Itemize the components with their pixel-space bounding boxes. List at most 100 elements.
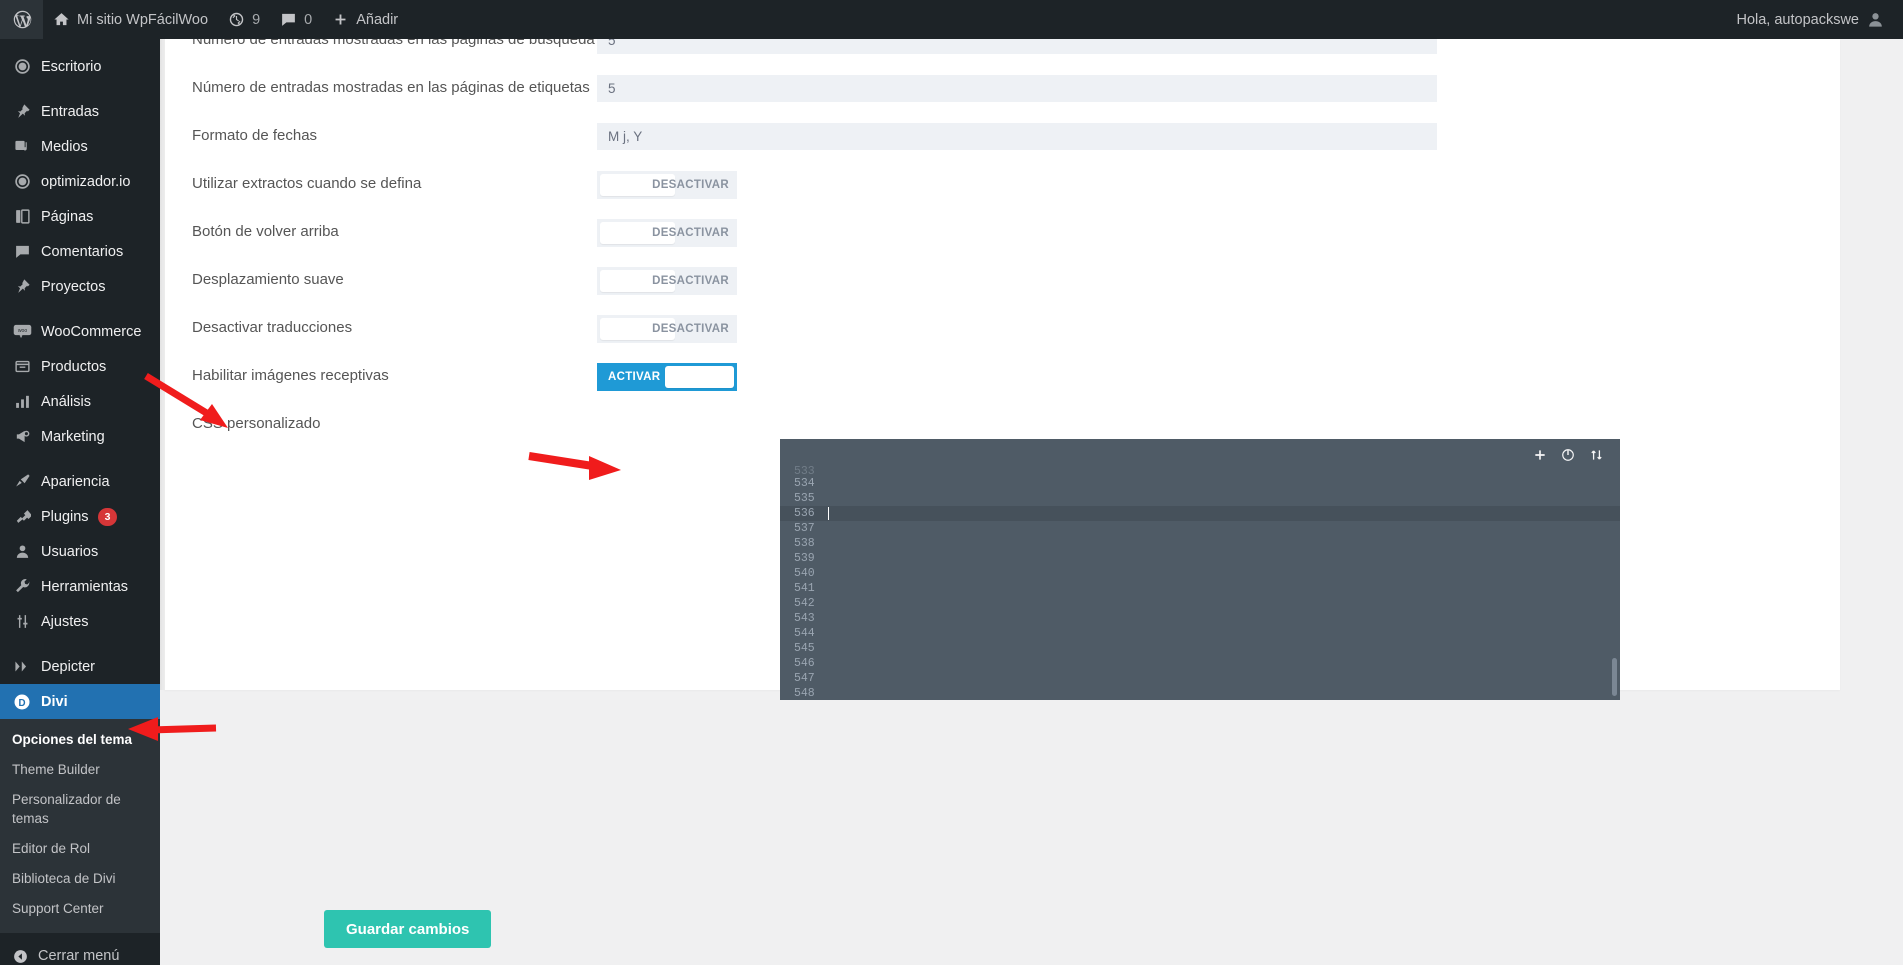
sidebar-item-divi[interactable]: D Divi (0, 684, 160, 719)
sidebar-item-proyectos[interactable]: Proyectos (0, 269, 160, 304)
editor-line-active[interactable]: 536 (780, 506, 1620, 521)
smooth-scrolling-toggle[interactable]: DESACTIVAR (597, 267, 737, 295)
divi-icon: D (12, 693, 32, 711)
line-number: 545 (780, 642, 826, 655)
admin-sidebar: Escritorio Entradas Medios optimizador.i… (0, 39, 160, 965)
power-icon[interactable] (1561, 448, 1575, 462)
content-area: Número de entradas mostradas en las pági… (160, 39, 1903, 965)
sidebar-item-comentarios[interactable]: Comentarios (0, 234, 160, 269)
sidebar-item-woocommerce[interactable]: woo WooCommerce (0, 314, 160, 349)
sidebar-item-paginas[interactable]: Páginas (0, 199, 160, 234)
option-label: Número de entradas mostradas en las pági… (165, 75, 597, 98)
responsive-images-toggle[interactable]: ACTIVAR (597, 363, 737, 391)
sidebar-item-label: Análisis (41, 394, 91, 410)
line-number: 538 (780, 537, 826, 550)
sidebar-item-label: Divi (41, 694, 68, 710)
user-avatar-icon (1866, 10, 1885, 29)
expand-collapse-icon[interactable] (1589, 448, 1604, 462)
user-icon (12, 543, 32, 560)
sidebar-item-label: Proyectos (41, 279, 105, 295)
paintbrush-icon (12, 473, 32, 490)
sidebar-item-label: Escritorio (41, 59, 101, 75)
option-field (597, 123, 1841, 150)
submenu-item-personalizador-de-temas[interactable]: Personalizador de temas (0, 785, 160, 833)
save-changes-button[interactable]: Guardar cambios (324, 910, 491, 948)
account-greeting: Hola, autopackswe (1736, 12, 1859, 28)
option-label: Botón de volver arriba (165, 219, 597, 242)
pages-icon (12, 208, 32, 225)
option-row: Formato de fechas (165, 123, 1841, 150)
sidebar-item-depicter[interactable]: Depicter (0, 649, 160, 684)
sidebar-item-entradas[interactable]: Entradas (0, 94, 160, 129)
option-label: Habilitar imágenes receptivas (165, 363, 597, 386)
text-caret (828, 507, 829, 520)
custom-css-editor[interactable]: 533 534 535 536 537 538 539 540 541 542 … (780, 439, 1620, 700)
option-row: CSS personalizado (165, 411, 1841, 434)
line-number: 547 (780, 672, 826, 685)
use-excerpts-toggle[interactable]: DESACTIVAR (597, 171, 737, 199)
sidebar-item-plugins[interactable]: Plugins 3 (0, 499, 160, 534)
editor-line-partial: 533 (780, 466, 1620, 476)
plus-icon[interactable] (1533, 448, 1547, 462)
submenu-item-support-center[interactable]: Support Center (0, 894, 160, 924)
submenu-item-theme-builder[interactable]: Theme Builder (0, 755, 160, 785)
menu-spacer (0, 454, 160, 464)
sidebar-item-productos[interactable]: Productos (0, 349, 160, 384)
megaphone-icon (12, 428, 32, 445)
toggle-state-label: ACTIVAR (608, 371, 660, 383)
submenu-item-biblioteca-de-divi[interactable]: Biblioteca de Divi (0, 864, 160, 894)
editor-line: 541 (780, 581, 1620, 596)
back-to-top-toggle[interactable]: DESACTIVAR (597, 219, 737, 247)
submenu-item-editor-de-rol[interactable]: Editor de Rol (0, 834, 160, 864)
sidebar-item-label: Páginas (41, 209, 93, 225)
sidebar-item-ajustes[interactable]: Ajustes (0, 604, 160, 639)
sidebar-item-escritorio[interactable]: Escritorio (0, 49, 160, 84)
sidebar-item-medios[interactable]: Medios (0, 129, 160, 164)
sidebar-item-label: Herramientas (41, 579, 128, 595)
sidebar-item-label: Depicter (41, 659, 95, 675)
option-label: Desactivar traducciones (165, 315, 597, 338)
chart-bars-icon (12, 393, 32, 410)
sidebar-item-marketing[interactable]: Marketing (0, 419, 160, 454)
menu-spacer (0, 39, 160, 49)
collapse-menu-button[interactable]: Cerrar menú (0, 939, 160, 965)
updates-button[interactable]: 9 (218, 0, 270, 39)
line-number: 543 (780, 612, 826, 625)
sidebar-item-analisis[interactable]: Análisis (0, 384, 160, 419)
pin-icon (12, 278, 32, 295)
wrench-icon (12, 578, 32, 595)
option-row: Desplazamiento suave DESACTIVAR (165, 267, 1841, 295)
admin-bar: Mi sitio WpFácilWoo 9 0 Añadir Hola, aut… (0, 0, 1903, 39)
editor-line: 537 (780, 521, 1620, 536)
toggle-knob (665, 366, 734, 388)
option-row: Desactivar traducciones DESACTIVAR (165, 315, 1841, 343)
plugins-update-badge: 3 (98, 508, 118, 526)
sidebar-item-usuarios[interactable]: Usuarios (0, 534, 160, 569)
sidebar-item-herramientas[interactable]: Herramientas (0, 569, 160, 604)
comments-button[interactable]: 0 (270, 0, 322, 39)
line-number: 542 (780, 597, 826, 610)
editor-line: 538 (780, 536, 1620, 551)
wordpress-logo-button[interactable] (0, 0, 43, 39)
dashboard-icon (12, 58, 32, 75)
line-number: 537 (780, 522, 826, 535)
sidebar-item-apariencia[interactable]: Apariencia (0, 464, 160, 499)
comments-count: 0 (304, 12, 312, 28)
line-number: 539 (780, 552, 826, 565)
sidebar-item-label: Marketing (41, 429, 105, 445)
line-number: 546 (780, 657, 826, 670)
option-field: DESACTIVAR (597, 315, 1841, 343)
tag-posts-count-input[interactable] (597, 75, 1437, 102)
new-content-button[interactable]: Añadir (322, 0, 408, 39)
updates-count: 9 (252, 12, 260, 28)
account-menu[interactable]: Hola, autopackswe (1726, 0, 1903, 39)
sidebar-item-optimizador-io[interactable]: optimizador.io (0, 164, 160, 199)
submenu-item-opciones-del-tema[interactable]: Opciones del tema (0, 725, 160, 755)
site-name-button[interactable]: Mi sitio WpFácilWoo (43, 0, 218, 39)
disable-translations-toggle[interactable]: DESACTIVAR (597, 315, 737, 343)
gauge-icon (12, 173, 32, 190)
date-format-input[interactable] (597, 123, 1437, 150)
site-name-label: Mi sitio WpFácilWoo (77, 12, 208, 28)
editor-scrollbar[interactable] (1612, 658, 1617, 696)
svg-text:D: D (18, 697, 25, 708)
